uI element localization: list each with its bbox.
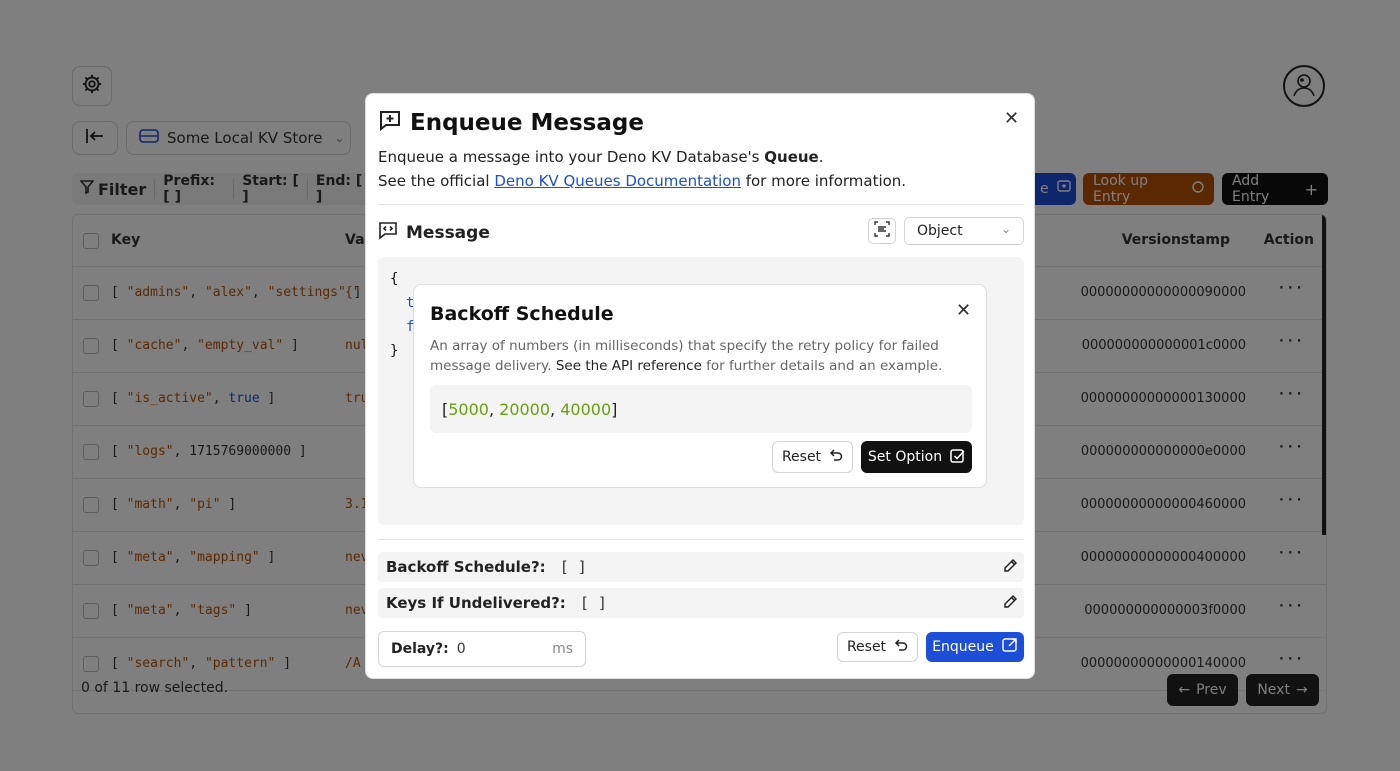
message-label-text: Message [406,222,490,243]
dialog-close-button[interactable]: ✕ [1004,108,1019,129]
message-code-icon [378,220,398,245]
divider [378,204,1024,205]
backoff-value: 40000 [560,399,612,419]
desc-line1: Enqueue a message into your Deno KV Data… [378,148,765,166]
modal-desc-end: for further details and an example. [701,358,943,374]
undo-icon [894,638,908,656]
modal-reset-button[interactable]: Reset [772,441,853,473]
scan-text-icon [874,221,890,241]
message-type-select[interactable]: Object ⌄ [904,217,1024,245]
modal-close-button[interactable]: ✕ [956,300,971,321]
dialog-title-text: Enqueue Message [410,110,644,136]
chevron-down-icon: ⌄ [1000,222,1011,236]
send-square-icon [1002,637,1018,657]
modal-description: An array of numbers (in milliseconds) th… [430,336,970,376]
backoff-schedule-value: [ ] [559,558,587,576]
code-close-bracket: ] [611,399,618,419]
delay-label: Delay?: [391,641,449,657]
delay-field[interactable]: Delay?: 0 ms [378,631,586,667]
set-option-label: Set Option [867,449,943,465]
keys-if-undelivered-row[interactable]: Keys If Undelivered?: [ ] [378,588,1024,618]
delay-unit: ms [552,641,573,657]
pencil-icon[interactable] [1002,594,1018,614]
backoff-schedule-row[interactable]: Backoff Schedule?: [ ] [378,552,1024,582]
undo-icon [829,448,843,466]
close-icon: ✕ [1004,108,1020,129]
check-square-icon [950,448,965,467]
desc-queue-bold: Queue [764,148,819,166]
editor-close-brace: } [390,343,399,359]
pencil-icon[interactable] [1002,558,1018,578]
backoff-value: 20000 [499,399,551,419]
divider [378,539,1024,540]
set-option-button[interactable]: Set Option [861,441,972,473]
reset-button[interactable]: Reset [837,632,918,662]
keys-if-undelivered-value: [ ] [579,594,607,612]
close-icon: ✕ [956,300,972,321]
enqueue-button[interactable]: Enqueue [926,632,1024,662]
message-label: Message [378,220,490,245]
modal-title: Backoff Schedule [430,303,614,325]
editor-open-brace: { [390,271,399,287]
delay-input[interactable]: 0 [457,641,466,657]
dialog-title: Enqueue Message [378,108,644,138]
code-separator: , [550,399,561,419]
backoff-schedule-label: Backoff Schedule?: [386,558,546,576]
backoff-value: 5000 [448,399,489,419]
reset-label: Reset [846,639,887,655]
scan-button[interactable] [868,218,896,244]
enqueue-label: Enqueue [932,639,994,655]
message-square-plus-icon [378,108,402,138]
code-separator: , [488,399,500,419]
message-type-value: Object [917,223,963,239]
keys-if-undelivered-label: Keys If Undelivered?: [386,594,566,612]
desc-line2: See the official [378,172,495,190]
desc-period: . [818,148,824,166]
api-reference-link[interactable]: See the API reference [556,358,702,374]
desc-line2-end: for more information. [740,172,907,190]
backoff-schedule-modal: Backoff Schedule ✕ An array of numbers (… [413,284,987,488]
backoff-schedule-editor[interactable]: [ 5000, 20000, 40000 ] [430,385,972,433]
dialog-description: Enqueue a message into your Deno KV Data… [378,145,906,193]
modal-reset-label: Reset [781,449,822,465]
docs-link[interactable]: Deno KV Queues Documentation [494,172,741,190]
